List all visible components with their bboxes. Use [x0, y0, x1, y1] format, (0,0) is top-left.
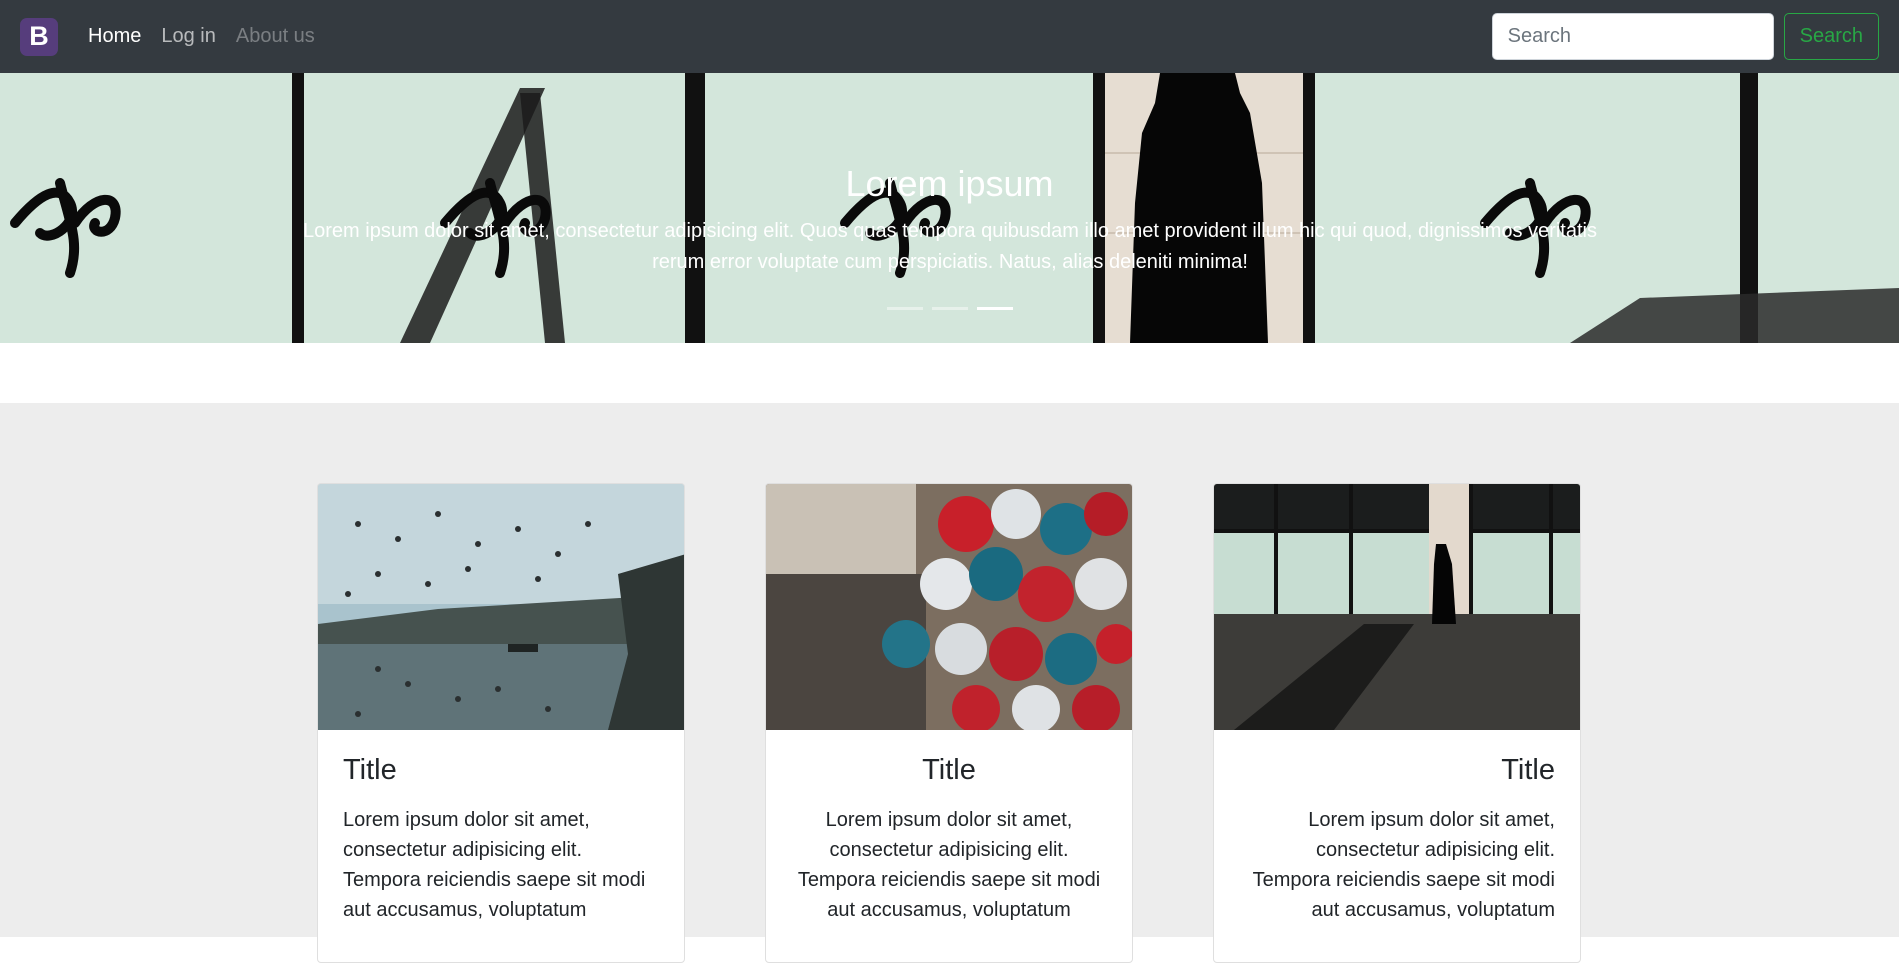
carousel-caption-title: Lorem ipsum — [845, 163, 1054, 204]
balloons-crowd-image — [766, 484, 1132, 730]
silhouette-storefront-image — [1214, 484, 1580, 730]
carousel-indicator-3[interactable] — [976, 307, 1013, 310]
nav-link-about[interactable]: About us — [236, 25, 315, 48]
seagulls-river-image — [318, 484, 684, 730]
card-text: Lorem ipsum dolor sit amet, consectetur … — [797, 809, 1101, 921]
album-card: Title Lorem ipsum dolor sit amet, consec… — [765, 483, 1133, 963]
nav-link-login[interactable]: Log in — [161, 25, 216, 48]
album-card: Title Lorem ipsum dolor sit amet, consec… — [1213, 483, 1581, 963]
card-text: Lorem ipsum dolor sit amet, consectetur … — [343, 809, 646, 921]
carousel-caption-text: Lorem ipsum dolor sit amet, consectetur … — [303, 220, 1597, 273]
bootstrap-logo[interactable]: B — [20, 17, 58, 56]
card-body: Title Lorem ipsum dolor sit amet, consec… — [766, 730, 1132, 949]
album-card: Title Lorem ipsum dolor sit amet, consec… — [317, 483, 685, 963]
search-input[interactable] — [1491, 13, 1774, 60]
album-section: Title Lorem ipsum dolor sit amet, consec… — [0, 403, 1899, 963]
card-body: Title Lorem ipsum dolor sit amet, consec… — [1214, 730, 1580, 949]
card-title: Title — [922, 754, 976, 786]
card-text: Lorem ipsum dolor sit amet, consectetur … — [1252, 809, 1555, 921]
search-button[interactable]: Search — [1783, 13, 1879, 60]
carousel-indicator-1[interactable] — [886, 307, 923, 310]
nav-link-home[interactable]: Home — [88, 25, 141, 48]
carousel-slide-image — [0, 73, 1899, 343]
top-navbar: B Home Log in About us Search — [0, 0, 1899, 73]
carousel-indicators — [0, 307, 1899, 310]
card-title: Title — [1501, 754, 1555, 786]
card-title: Title — [343, 754, 397, 786]
hero-carousel[interactable]: Lorem ipsum Lorem ipsum dolor sit amet, … — [0, 73, 1899, 343]
card-body: Title Lorem ipsum dolor sit amet, consec… — [318, 730, 684, 949]
carousel-indicator-2[interactable] — [931, 307, 968, 310]
